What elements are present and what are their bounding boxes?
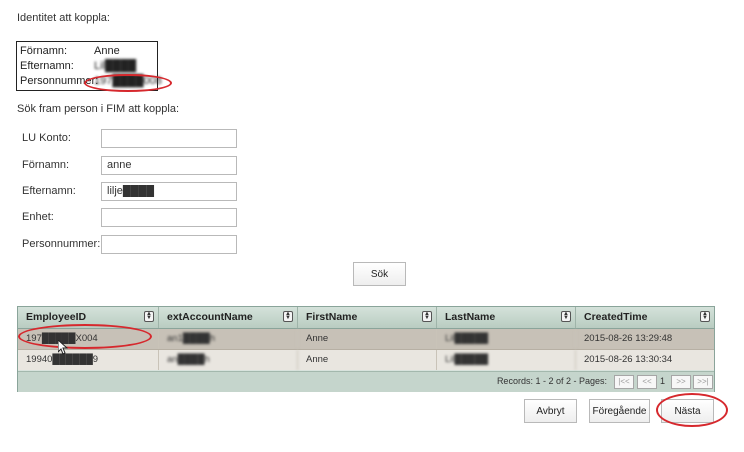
field-label: Förnamn: <box>22 159 101 171</box>
identity-row-lastname: Efternamn: Lil████ <box>20 59 154 74</box>
cell-extaccountname: an████h <box>159 350 298 370</box>
next-button[interactable]: Nästa <box>661 399 714 423</box>
pager-records-text: Records: 1 - 2 of 2 - Pages: <box>497 376 607 386</box>
column-header-label: FirstName <box>306 311 357 323</box>
identity-box: Förnamn: Anne Efternamn: Lil████ Personn… <box>16 41 158 91</box>
cell-employeeid: 19940██████9 <box>18 350 159 370</box>
cancel-button[interactable]: Avbryt <box>524 399 577 423</box>
form-row-fornamn: Förnamn: <box>22 155 237 175</box>
sort-updown-icon[interactable]: ▲▼ <box>283 311 293 322</box>
previous-button[interactable]: Föregående <box>589 399 650 423</box>
search-heading: Sök fram person i FIM att koppla: <box>17 103 179 115</box>
lu-konto-input[interactable] <box>101 129 237 148</box>
identity-value: 197████008 <box>94 74 162 89</box>
cell-lastname: Lil█████ <box>437 350 576 370</box>
page: Identitet att koppla: Förnamn: Anne Efte… <box>0 0 744 452</box>
grid-pager: Records: 1 - 2 of 2 - Pages: |<< << 1 >>… <box>18 371 714 392</box>
cell-createdtime: 2015-08-26 13:29:48 <box>576 329 714 349</box>
column-header-extaccountname[interactable]: extAccountName ▲▼ <box>159 307 298 328</box>
identity-row-firstname: Förnamn: Anne <box>20 44 154 59</box>
cell-extaccountname: an1████h <box>159 329 298 349</box>
sort-updown-icon[interactable]: ▲▼ <box>144 311 154 322</box>
next-page-button[interactable]: >> <box>671 375 691 389</box>
field-label: Efternamn: <box>22 185 101 197</box>
cell-firstname: Anne <box>298 329 437 349</box>
sort-updown-icon[interactable]: ▲▼ <box>422 311 432 322</box>
cell-lastname: Lil█████ <box>437 329 576 349</box>
identity-label: Förnamn: <box>20 44 94 59</box>
cell-createdtime: 2015-08-26 13:30:34 <box>576 350 714 370</box>
identity-heading: Identitet att koppla: <box>17 12 110 24</box>
search-button[interactable]: Sök <box>353 262 406 286</box>
sort-updown-icon[interactable]: ▲▼ <box>700 311 710 322</box>
first-page-button[interactable]: |<< <box>614 375 634 389</box>
sort-updown-icon[interactable]: ▲▼ <box>561 311 571 322</box>
identity-label: Personnummer: <box>20 74 94 89</box>
personnummer-input[interactable] <box>101 235 237 254</box>
form-row-efternamn: Efternamn: <box>22 181 237 201</box>
column-header-label: EmployeeID <box>26 311 86 323</box>
column-header-label: LastName <box>445 311 495 323</box>
table-row[interactable]: 19940██████9 an████h Anne Lil█████ 2015-… <box>18 350 714 370</box>
field-label: Enhet: <box>22 211 101 223</box>
identity-label: Efternamn: <box>20 59 94 74</box>
last-page-button[interactable]: >>| <box>693 375 713 389</box>
identity-row-personnummer: Personnummer: 197████008 <box>20 74 154 89</box>
table-row[interactable]: 197█████X004 an1████h Anne Lil█████ 2015… <box>18 329 714 350</box>
results-grid: EmployeeID ▲▼ extAccountName ▲▼ FirstNam… <box>17 306 715 392</box>
previous-page-button[interactable]: << <box>637 375 657 389</box>
column-header-lastname[interactable]: LastName ▲▼ <box>437 307 576 328</box>
efternamn-input[interactable] <box>101 182 237 201</box>
mouse-cursor-icon <box>58 340 68 355</box>
column-header-label: extAccountName <box>167 311 253 323</box>
form-row-personnummer: Personnummer: <box>22 234 237 254</box>
identity-value: Lil████ <box>94 59 136 74</box>
field-label: LU Konto: <box>22 132 101 144</box>
column-header-label: CreatedTime <box>584 311 647 323</box>
fornamn-input[interactable] <box>101 156 237 175</box>
field-label: Personnummer: <box>22 238 101 250</box>
identity-value: Anne <box>94 44 120 59</box>
form-row-lu-konto: LU Konto: <box>22 128 237 148</box>
current-page-number: 1 <box>660 376 665 386</box>
form-row-enhet: Enhet: <box>22 207 237 227</box>
grid-header: EmployeeID ▲▼ extAccountName ▲▼ FirstNam… <box>18 307 714 329</box>
cell-employeeid: 197█████X004 <box>18 329 159 349</box>
column-header-employeeid[interactable]: EmployeeID ▲▼ <box>18 307 159 328</box>
column-header-firstname[interactable]: FirstName ▲▼ <box>298 307 437 328</box>
column-header-createdtime[interactable]: CreatedTime ▲▼ <box>576 307 714 328</box>
enhet-input[interactable] <box>101 208 237 227</box>
cell-firstname: Anne <box>298 350 437 370</box>
